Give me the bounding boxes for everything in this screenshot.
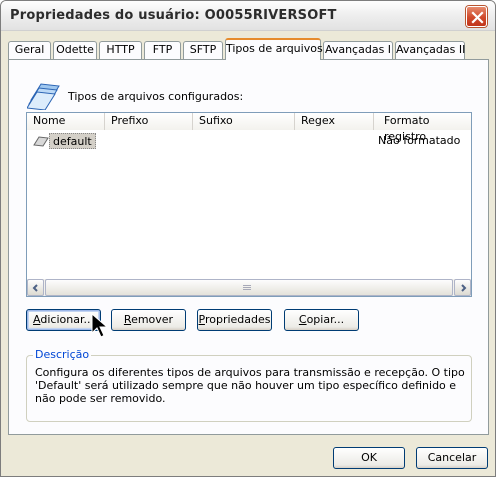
tab-sftp[interactable]: SFTP bbox=[183, 41, 223, 59]
configured-types-label: Tipos de arquivos configurados: bbox=[68, 90, 244, 103]
add-label: dicionar... bbox=[40, 313, 94, 326]
tab-tipos-de-arquivos[interactable]: Tipos de arquivos bbox=[225, 38, 323, 60]
file-types-list[interactable]: Nome Prefixo Sufixo Regex Formato regist… bbox=[26, 112, 472, 297]
close-icon bbox=[471, 11, 484, 24]
list-header: Nome Prefixo Sufixo Regex Formato regist… bbox=[27, 113, 471, 143]
description-groupbox: Descrição Configura os diferentes tipos … bbox=[26, 348, 472, 422]
column-header-formato-registro[interactable]: Formato registro bbox=[374, 113, 471, 143]
scroll-left-button[interactable] bbox=[27, 279, 44, 296]
remove-button[interactable]: Remover bbox=[111, 309, 186, 331]
row-format: Não formatado bbox=[378, 134, 461, 147]
row-name: default bbox=[49, 133, 96, 149]
tab-avancadas-i[interactable]: Avançadas I bbox=[323, 41, 393, 59]
grip-icon bbox=[243, 285, 251, 291]
properties-button[interactable]: Propriedades bbox=[197, 309, 272, 331]
scroll-thumb[interactable] bbox=[45, 279, 453, 296]
tab-avancadas-ii[interactable]: Avançadas II bbox=[395, 41, 465, 59]
chevron-left-icon bbox=[32, 284, 38, 292]
mouse-pointer-icon bbox=[91, 313, 109, 338]
chevron-right-icon bbox=[461, 284, 467, 292]
remove-label: emover bbox=[131, 313, 174, 326]
copy-button[interactable]: Copiar... bbox=[284, 309, 359, 331]
tab-panel-file-types: Tipos de arquivos configurados: Nome Pre… bbox=[8, 59, 489, 435]
description-text: Configura os diferentes tipos de arquivo… bbox=[35, 366, 465, 405]
file-types-icon bbox=[27, 83, 60, 110]
description-legend: Descrição bbox=[33, 348, 92, 361]
properties-label: ropriedades bbox=[204, 313, 271, 326]
column-header-sufixo[interactable]: Sufixo bbox=[193, 113, 295, 130]
column-header-prefixo[interactable]: Prefixo bbox=[105, 113, 193, 130]
ok-button[interactable]: OK bbox=[333, 447, 405, 469]
scroll-right-button[interactable] bbox=[454, 279, 471, 296]
close-button[interactable] bbox=[466, 6, 487, 27]
column-header-regex[interactable]: Regex bbox=[295, 113, 374, 130]
tab-strip: Geral Odette HTTP FTP SFTP Tipos de arqu… bbox=[8, 38, 490, 60]
copy-accel: C bbox=[298, 313, 307, 326]
tab-geral[interactable]: Geral bbox=[8, 41, 51, 59]
tab-ftp[interactable]: FTP bbox=[144, 41, 181, 59]
remove-accel: R bbox=[123, 313, 132, 326]
window-title: Propriedades do usuário: O0055RIVERSOFT bbox=[10, 8, 337, 23]
copy-label: opiar... bbox=[306, 313, 345, 326]
tab-http[interactable]: HTTP bbox=[99, 41, 142, 59]
column-header-nome[interactable]: Nome bbox=[27, 113, 105, 130]
add-button[interactable]: Adicionar... bbox=[26, 309, 101, 331]
properties-dialog: Propriedades do usuário: O0055RIVERSOFT … bbox=[0, 0, 496, 477]
tab-odette[interactable]: Odette bbox=[53, 41, 97, 59]
list-item[interactable]: default Não formatado bbox=[31, 133, 469, 149]
cancel-button[interactable]: Cancelar bbox=[416, 447, 488, 469]
horizontal-scrollbar[interactable] bbox=[27, 279, 471, 296]
title-bar[interactable]: Propriedades do usuário: O0055RIVERSOFT bbox=[1, 1, 495, 31]
file-type-icon bbox=[33, 136, 49, 147]
